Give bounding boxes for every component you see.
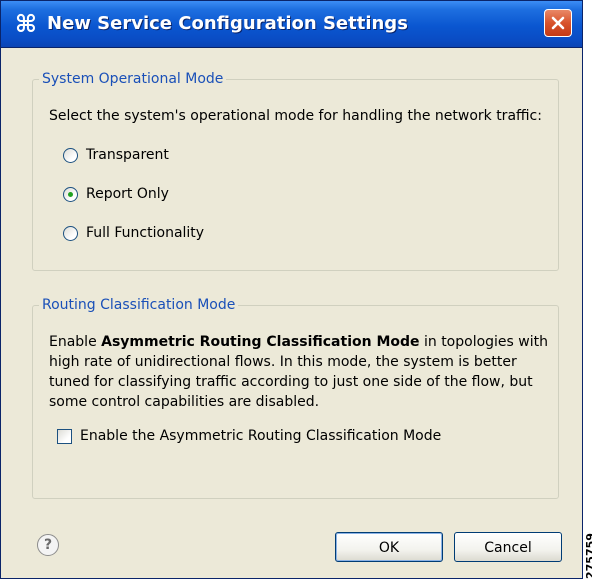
dialog-window: ⌘ New Service Configuration Settings Sys… [0,0,583,579]
desc-bold: Asymmetric Routing Classification Mode [101,334,420,350]
asymmetric-routing-checkbox[interactable] [57,429,72,444]
window-title: New Service Configuration Settings [47,13,408,34]
title-bar[interactable]: ⌘ New Service Configuration Settings [1,1,582,48]
system-mode-instruction: Select the system's operational mode for… [49,108,542,124]
cisco-command-icon: ⌘ [14,10,38,38]
group-label-system-mode: System Operational Mode [39,71,227,87]
routing-mode-description: Enable Asymmetric Routing Classification… [49,332,549,412]
desc-prefix: Enable [49,334,102,350]
group-label-routing-mode: Routing Classification Mode [39,297,239,313]
radio-label-report-only: Report Only [86,186,169,202]
close-button[interactable] [544,9,572,37]
radio-label-full-functionality: Full Functionality [86,225,205,241]
cancel-button[interactable]: Cancel [454,532,562,562]
checkbox-label: Enable the Asymmetric Routing Classifica… [80,428,442,444]
radio-button[interactable] [63,148,78,163]
figure-id: 275759 [584,533,592,579]
radio-label-transparent: Transparent [86,147,169,163]
help-icon[interactable]: ? [37,534,59,556]
close-icon [551,16,565,30]
radio-button[interactable] [63,226,78,241]
radio-button[interactable] [63,187,78,202]
radio-selected-dot [68,192,73,197]
ok-button[interactable]: OK [335,532,443,562]
